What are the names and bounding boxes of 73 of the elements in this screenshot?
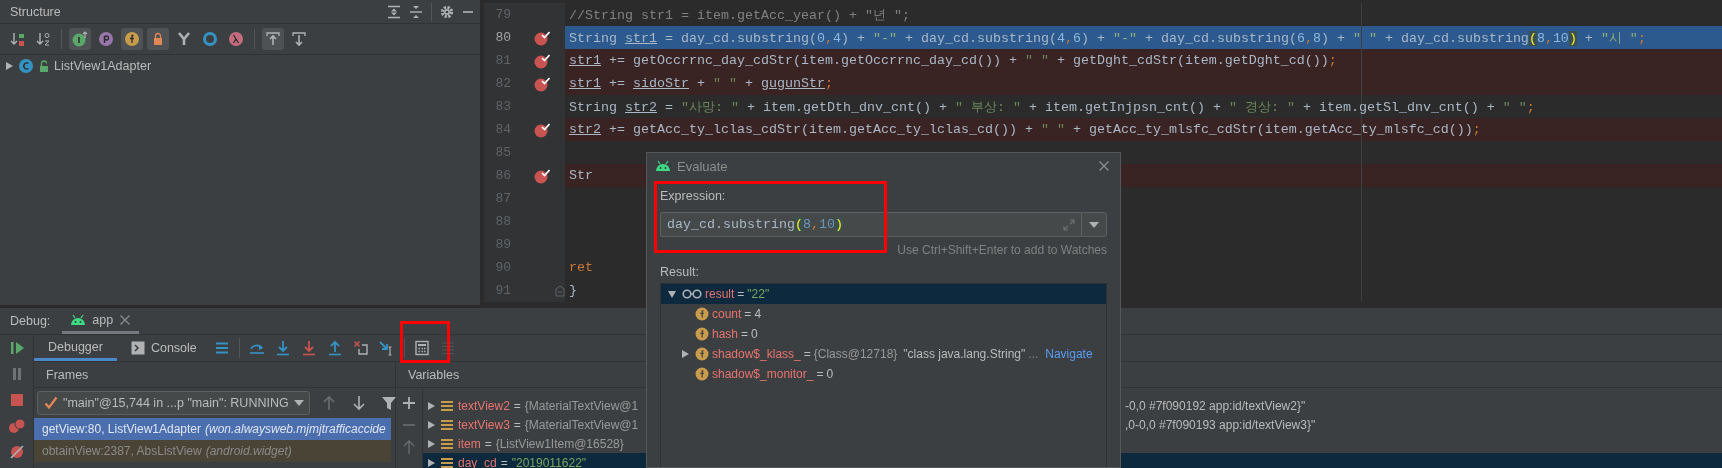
variable-row[interactable]: textView2 = {MaterialTextView@1 -0,0 #7f090192 app:id/textView2}"	[423, 396, 1722, 415]
pane-title: Variables	[408, 367, 460, 382]
result-row[interactable]: result = "22"	[661, 284, 1106, 304]
result-field-row[interactable]: count = 4	[661, 304, 1106, 324]
history-dropdown[interactable]	[1081, 212, 1107, 237]
f-badge-icon	[695, 347, 709, 361]
f-badge-icon	[695, 327, 709, 341]
variable-row[interactable]: item = {ListView1Item@16528}	[423, 434, 1722, 453]
expand-arrow-icon[interactable]	[426, 419, 436, 430]
result-field-row[interactable]: shadow$_klass_ = {Class@12718} "class java.lang.String" ... Navigate	[661, 344, 1106, 364]
f-badge-icon[interactable]	[121, 28, 143, 50]
android-icon	[70, 313, 87, 326]
close-icon[interactable]	[1098, 160, 1110, 172]
stack-lines-icon	[440, 456, 454, 468]
panel-title: Structure	[10, 4, 62, 19]
android-icon	[655, 160, 671, 172]
debugger-tab[interactable]: Debugger	[34, 335, 117, 361]
caret-icon	[293, 400, 304, 406]
lock-icon[interactable]	[147, 28, 169, 50]
code-line: //String str1 = item.getAcc_year() + "년 ";	[569, 6, 910, 24]
field-label: Expression:	[660, 189, 727, 205]
stack-frame[interactable]: getView:80, ListView1Adapter (won.alwaysweb.mjmjtrafficaccide	[34, 418, 391, 440]
f-badge-icon	[695, 367, 709, 381]
stack-lines-icon	[440, 418, 454, 431]
panel-label: Debug:	[10, 314, 51, 328]
check-icon	[44, 396, 58, 410]
field-label: Result:	[660, 265, 700, 279]
expand-arrow-icon[interactable]	[426, 457, 436, 468]
class-badge-icon	[18, 58, 34, 74]
breakpoint-icon[interactable]	[534, 29, 550, 46]
caret-icon	[1089, 221, 1099, 228]
line-number: 80	[494, 30, 511, 45]
settings-icon[interactable]	[440, 4, 454, 19]
glasses-icon	[682, 289, 702, 299]
tree-item[interactable]: ListView1Adapter	[54, 59, 152, 73]
expand-arrow-icon[interactable]	[4, 61, 14, 71]
breakpoint-icon[interactable]	[534, 52, 550, 69]
fold-icon[interactable]	[555, 284, 565, 297]
dialog-title: Evaluate	[677, 158, 729, 174]
expand-arrow-icon[interactable]	[680, 349, 690, 359]
code-line: str2 += getAcc_ty_lclas_cdStr(item.getAcc_ty_lclas_cd()) + " " + getAcc_ty_mlsfc_cdStr(item.getAcc_ty_mlsfc_cd());	[569, 122, 1481, 137]
code-line: String str1 = day_cd.substring(0,4) + "-" + day_cd.substring(4,6) + "-" + day_cd.substring(6,8) + " " + day_cd.substring(8,10) + "시 ";	[569, 29, 1646, 47]
breakpoint-icon[interactable]	[534, 75, 550, 92]
code-line: str1 += getOccrrnc_day_cdStr(item.getOccrrnc_day_cd()) + " " + getDght_cdStr(item.getDght_cd());	[569, 53, 1337, 68]
console-icon	[130, 341, 145, 355]
collapse-all-icon[interactable]	[409, 4, 423, 19]
result-field-row[interactable]: hash = 0	[661, 324, 1106, 344]
stack-lines-icon	[440, 399, 454, 412]
code-line: String str2 = "사망: " + item.getDth_dnv_cnt() + " 부상: " + item.getInjpsn_cnt() + " 경상: " + item.getSl_dnv_cnt() + " ";	[569, 98, 1535, 116]
plus-icon[interactable]	[400, 394, 418, 412]
result-field-row[interactable]: shadow$_monitor_ = 0	[661, 364, 1106, 384]
breakpoints-icon[interactable]	[6, 416, 27, 436]
breakpoint-icon[interactable]	[534, 167, 550, 184]
breakpoint-icon[interactable]	[534, 121, 550, 138]
pane-title: Frames	[46, 367, 89, 382]
stack-lines-icon	[440, 437, 454, 450]
expand-all-icon[interactable]	[387, 4, 401, 19]
code-line: str1 += sidoStr + " " + gugunStr;	[569, 76, 833, 91]
collapse-arrow-icon[interactable]	[667, 289, 677, 299]
session-tab[interactable]: app	[62, 308, 140, 334]
code-line: }	[569, 283, 577, 298]
expression-field[interactable]: day_cd.substring(8,10)	[660, 212, 1081, 237]
variable-row[interactable]: textView3 = {MaterialTextView@1 ,0-0,0 #7f090193 app:id/textView3}"	[423, 415, 1722, 434]
code-line: ret	[569, 260, 593, 275]
code-line: Str	[569, 168, 593, 183]
thread-dropdown[interactable]: "main"@15,744 in ...p "main": RUNNING	[37, 391, 310, 415]
debugger-tab[interactable]: Console	[116, 335, 211, 361]
f-badge-icon	[695, 307, 709, 321]
unlock-icon	[38, 60, 50, 72]
expand-arrow-icon[interactable]	[426, 438, 436, 449]
close-icon[interactable]	[119, 313, 132, 326]
hint-text: Use Ctrl+Shift+Enter to add to Watches	[897, 243, 1107, 257]
expand-arrow-icon[interactable]	[426, 400, 436, 411]
